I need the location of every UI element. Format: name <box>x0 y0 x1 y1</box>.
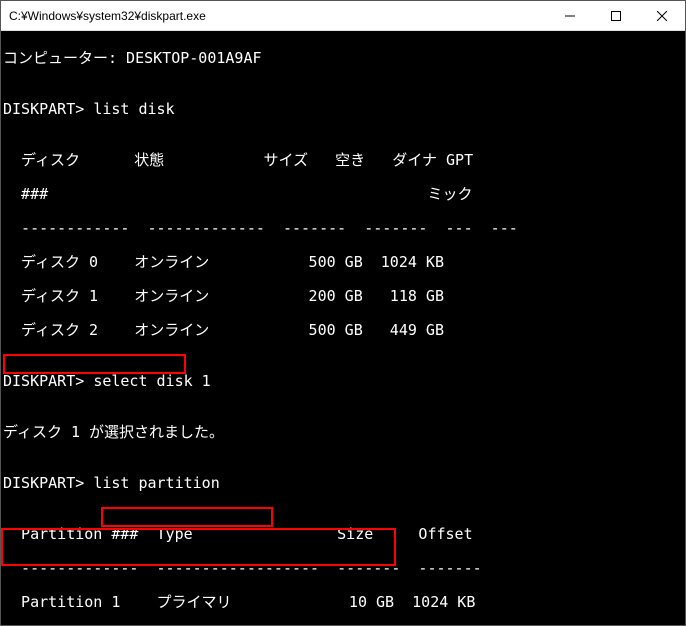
table-row: ディスク 0 オンライン 500 GB 1024 KB <box>1 254 685 271</box>
table-header: ### ミック <box>1 186 685 203</box>
minimize-button[interactable] <box>547 1 593 31</box>
prompt: DISKPART> <box>3 474 93 492</box>
command: select disk 1 <box>93 372 210 390</box>
prompt-line: DISKPART> list disk <box>1 101 685 118</box>
prompt: DISKPART> <box>3 372 93 390</box>
table-row: ディスク 2 オンライン 500 GB 449 GB <box>1 322 685 339</box>
table-row: Partition 1 プライマリ 10 GB 1024 KB <box>1 594 685 611</box>
maximize-button[interactable] <box>593 1 639 31</box>
table-header: Partition ### Type Size Offset <box>1 526 685 543</box>
window-title: C:¥Windows¥system32¥diskpart.exe <box>9 9 547 23</box>
highlight-box <box>101 507 273 527</box>
output-line: ディスク 1 が選択されました。 <box>1 424 685 441</box>
app-window: C:¥Windows¥system32¥diskpart.exe コンピューター… <box>0 0 686 626</box>
output-line: コンピューター: DESKTOP-001A9AF <box>1 50 685 67</box>
close-button[interactable] <box>639 1 685 31</box>
terminal-output[interactable]: コンピューター: DESKTOP-001A9AF DISKPART> list … <box>1 31 685 625</box>
prompt-line: DISKPART> list partition <box>1 475 685 492</box>
command: list disk <box>93 100 174 118</box>
table-row: ディスク 1 オンライン 200 GB 118 GB <box>1 288 685 305</box>
table-divider: ------------- ------------------ -------… <box>1 560 685 577</box>
close-icon <box>657 11 667 21</box>
table-divider: ------------ ------------- ------- -----… <box>1 220 685 237</box>
prompt: DISKPART> <box>3 100 93 118</box>
command: list partition <box>93 474 219 492</box>
highlight-box <box>3 354 186 374</box>
minimize-icon <box>565 11 575 21</box>
maximize-icon <box>611 11 621 21</box>
prompt-line: DISKPART> select disk 1 <box>1 373 685 390</box>
table-header: ディスク 状態 サイズ 空き ダイナ GPT <box>1 152 685 169</box>
titlebar: C:¥Windows¥system32¥diskpart.exe <box>1 1 685 31</box>
